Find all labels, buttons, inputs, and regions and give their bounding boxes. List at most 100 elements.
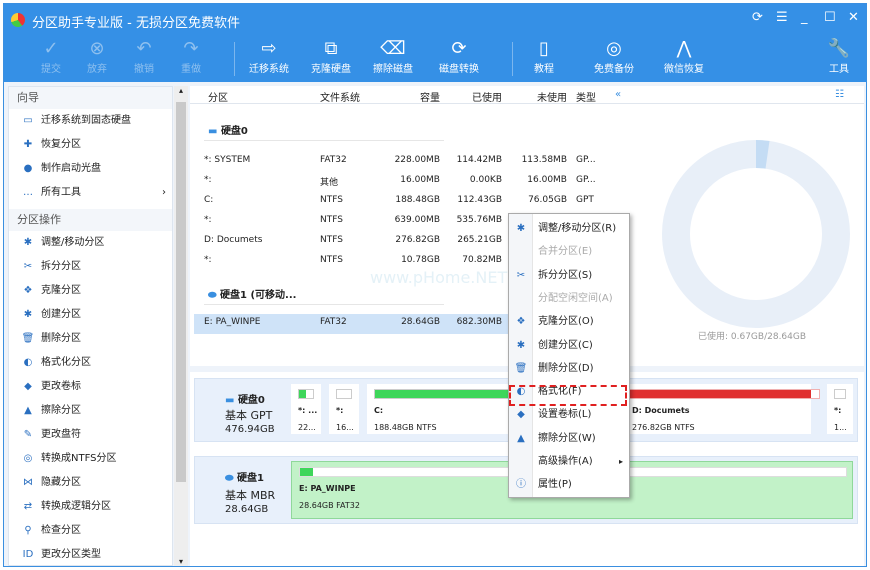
- close-button[interactable]: ✕: [848, 10, 859, 25]
- sidebar-scrollbar[interactable]: ▴ ▾: [174, 86, 188, 566]
- menu-icon[interactable]: ☰: [776, 10, 788, 25]
- menu-item-label: 调整/移动分区(R): [538, 218, 616, 240]
- sidebar-item-ops-0[interactable]: ✱调整/移动分区: [9, 231, 172, 255]
- disk0-header[interactable]: ▬ 硬盘0: [208, 122, 248, 137]
- sidebar-item-wizard-2[interactable]: ●制作启动光盘: [9, 157, 172, 181]
- toolbar-icon-8: ▯: [519, 38, 569, 60]
- sidebar-item-ops-5[interactable]: ◐格式化分区: [9, 351, 172, 375]
- sidebar-item-ops-6[interactable]: ◆更改卷标: [9, 375, 172, 399]
- toolbar-button-11[interactable]: 🔧工具: [814, 38, 864, 75]
- sidebar-item-ops-3[interactable]: ✱创建分区: [9, 303, 172, 327]
- sidebar-item-wizard-1[interactable]: ✚恢复分区: [9, 133, 172, 157]
- toolbar-label: 重做: [181, 64, 201, 75]
- sidebar-item-label: 转换成逻辑分区: [41, 501, 111, 512]
- col-used[interactable]: 已使用: [460, 89, 502, 104]
- menu-item-0[interactable]: ✱调整/移动分区(R): [509, 218, 629, 240]
- toolbar-button-5[interactable]: ⧉克隆硬盘: [306, 38, 356, 75]
- sidebar-item-label: 迁移系统到固态硬盘: [41, 115, 131, 126]
- col-partition[interactable]: 分区: [208, 89, 228, 104]
- usage-fill: [299, 390, 306, 398]
- toolbar-button-6[interactable]: ⌫擦除磁盘: [368, 38, 418, 75]
- usage-label: 已使用: 0.67GB/28.64GB: [698, 329, 806, 342]
- menu-item-label: 属性(P): [538, 474, 572, 496]
- sidebar-item-ops-9[interactable]: ◎转换成NTFS分区: [9, 447, 172, 471]
- toolbar-button-9[interactable]: ◎免费备份: [589, 38, 639, 75]
- col-capacity[interactable]: 容量: [400, 89, 440, 104]
- table-row[interactable]: *: SYSTEMFAT32228.00MB114.42MB113.58MBGP…: [190, 152, 510, 172]
- cell: NTFS: [320, 215, 343, 225]
- sidebar-item-ops-1[interactable]: ✂拆分分区: [9, 255, 172, 279]
- scroll-down-icon[interactable]: ▾: [174, 557, 188, 566]
- disk0-map-name: ▬ 硬盘0: [225, 391, 265, 406]
- usage-bar: [336, 389, 352, 399]
- menu-item-icon: ▲: [514, 428, 528, 450]
- disk1-size: 28.64GB: [225, 504, 268, 515]
- sidebar-item-icon: ✱: [21, 231, 35, 255]
- sidebar-item-ops-4[interactable]: 🗑删除分区: [9, 327, 172, 351]
- menu-item-8[interactable]: ◆设置卷标(L): [509, 404, 629, 426]
- toolbar-label: 微信恢复: [664, 64, 704, 75]
- table-row[interactable]: D: DocumetsNTFS276.82GB265.21GB: [190, 232, 510, 252]
- toolbar-button-3[interactable]: ↷重做: [166, 38, 216, 75]
- sidebar-item-ops-7[interactable]: ▲擦除分区: [9, 399, 172, 423]
- sidebar-item-ops-2[interactable]: ❖克隆分区: [9, 279, 172, 303]
- sidebar-item-wizard-0[interactable]: ▭ 迁移系统到固态硬盘: [9, 109, 172, 133]
- toolbar-button-8[interactable]: ▯教程: [519, 38, 569, 75]
- toolbar-label: 提交: [41, 64, 61, 75]
- toolbar-button-2[interactable]: ↶撤销: [119, 38, 169, 75]
- scrollbar-thumb[interactable]: [176, 102, 186, 482]
- toolbar-button-1[interactable]: ⊗放弃: [72, 38, 122, 75]
- menu-item-10[interactable]: 高级操作(A)▸: [509, 451, 629, 473]
- partition-name: *: ...: [298, 406, 320, 415]
- maximize-button[interactable]: ☐: [824, 10, 836, 25]
- sidebar-item-ops-13[interactable]: ID更改分区类型: [9, 543, 172, 566]
- menu-item-6[interactable]: 🗑删除分区(D): [509, 358, 629, 380]
- cell: 76.05GB: [515, 195, 567, 205]
- table-row[interactable]: C:NTFS188.48GB112.43GB76.05GBGPT: [190, 192, 510, 212]
- partition-block[interactable]: *:1...: [827, 384, 853, 434]
- sidebar-item-ops-10[interactable]: ⋈隐藏分区: [9, 471, 172, 495]
- disk0-type: 基本 GPT: [225, 407, 272, 423]
- table-row[interactable]: E: PA_WINPEFAT3228.64GB682.30MB: [194, 314, 514, 334]
- col-type[interactable]: 类型: [576, 89, 596, 104]
- cell: C:: [204, 195, 213, 205]
- sidebar-item-icon: ✂: [21, 255, 35, 279]
- cell: GPT: [576, 195, 594, 205]
- sidebar-item-ops-8[interactable]: ✎更改盘符: [9, 423, 172, 447]
- cell: NTFS: [320, 195, 343, 205]
- sidebar-item-ops-11[interactable]: ⇄转换成逻辑分区: [9, 495, 172, 519]
- watermark: www.pHome.NET: [370, 268, 507, 287]
- partition-name: *:: [336, 406, 358, 415]
- view-toggle-icon[interactable]: ☷: [835, 89, 844, 100]
- partition-block[interactable]: *: ...22...: [291, 384, 321, 434]
- menu-item-9[interactable]: ▲擦除分区(W): [509, 428, 629, 450]
- sidebar-item-ops-12[interactable]: ⚲检查分区: [9, 519, 172, 543]
- toolbar: ✓提交⊗放弃↶撤销↷重做 ⇨迁移系统 ⧉克隆硬盘 ⌫擦除磁盘 ⟳磁盘转换 ▯教程 ◎免费备份…: [4, 36, 866, 82]
- table-row[interactable]: *:其他16.00MB0.00KB16.00MBGP...: [190, 172, 510, 192]
- sidebar-item-icon: ▭: [21, 109, 35, 133]
- toolbar-button-4[interactable]: ⇨迁移系统: [244, 38, 294, 75]
- table-row[interactable]: *:NTFS639.00MB535.76MB: [190, 212, 510, 232]
- col-free[interactable]: 未使用: [525, 89, 567, 104]
- menu-item-2[interactable]: ✂拆分分区(S): [509, 265, 629, 287]
- col-filesystem[interactable]: 文件系统: [320, 89, 360, 104]
- partition-block[interactable]: D: Documets276.82GB NTFS: [625, 384, 825, 434]
- minimize-button[interactable]: _: [801, 10, 808, 25]
- toolbar-button-7[interactable]: ⟳磁盘转换: [434, 38, 484, 75]
- partition-block[interactable]: *:16...: [329, 384, 359, 434]
- usage-bar: [834, 389, 846, 399]
- collapse-icon[interactable]: «: [615, 89, 621, 100]
- sidebar-item-wizard-3[interactable]: …所有工具›: [9, 181, 172, 205]
- partition-ops-heading: 分区操作: [9, 209, 172, 231]
- menu-item-label: 分配空闲空间(A): [538, 288, 613, 310]
- menu-item-5[interactable]: ✱创建分区(C): [509, 335, 629, 357]
- refresh-icon[interactable]: ⟳: [752, 10, 763, 25]
- disk1-header[interactable]: ⬬ 硬盘1 (可移动...: [208, 286, 296, 301]
- menu-item-4[interactable]: ❖克隆分区(O): [509, 311, 629, 333]
- toolbar-button-10[interactable]: ⋀微信恢复: [659, 38, 709, 75]
- cell: 0.00KB: [452, 175, 502, 185]
- sidebar-item-label: 所有工具: [41, 187, 81, 198]
- scroll-up-icon[interactable]: ▴: [174, 86, 188, 95]
- toolbar-button-0[interactable]: ✓提交: [26, 38, 76, 75]
- menu-item-11[interactable]: ⓘ属性(P): [509, 474, 629, 496]
